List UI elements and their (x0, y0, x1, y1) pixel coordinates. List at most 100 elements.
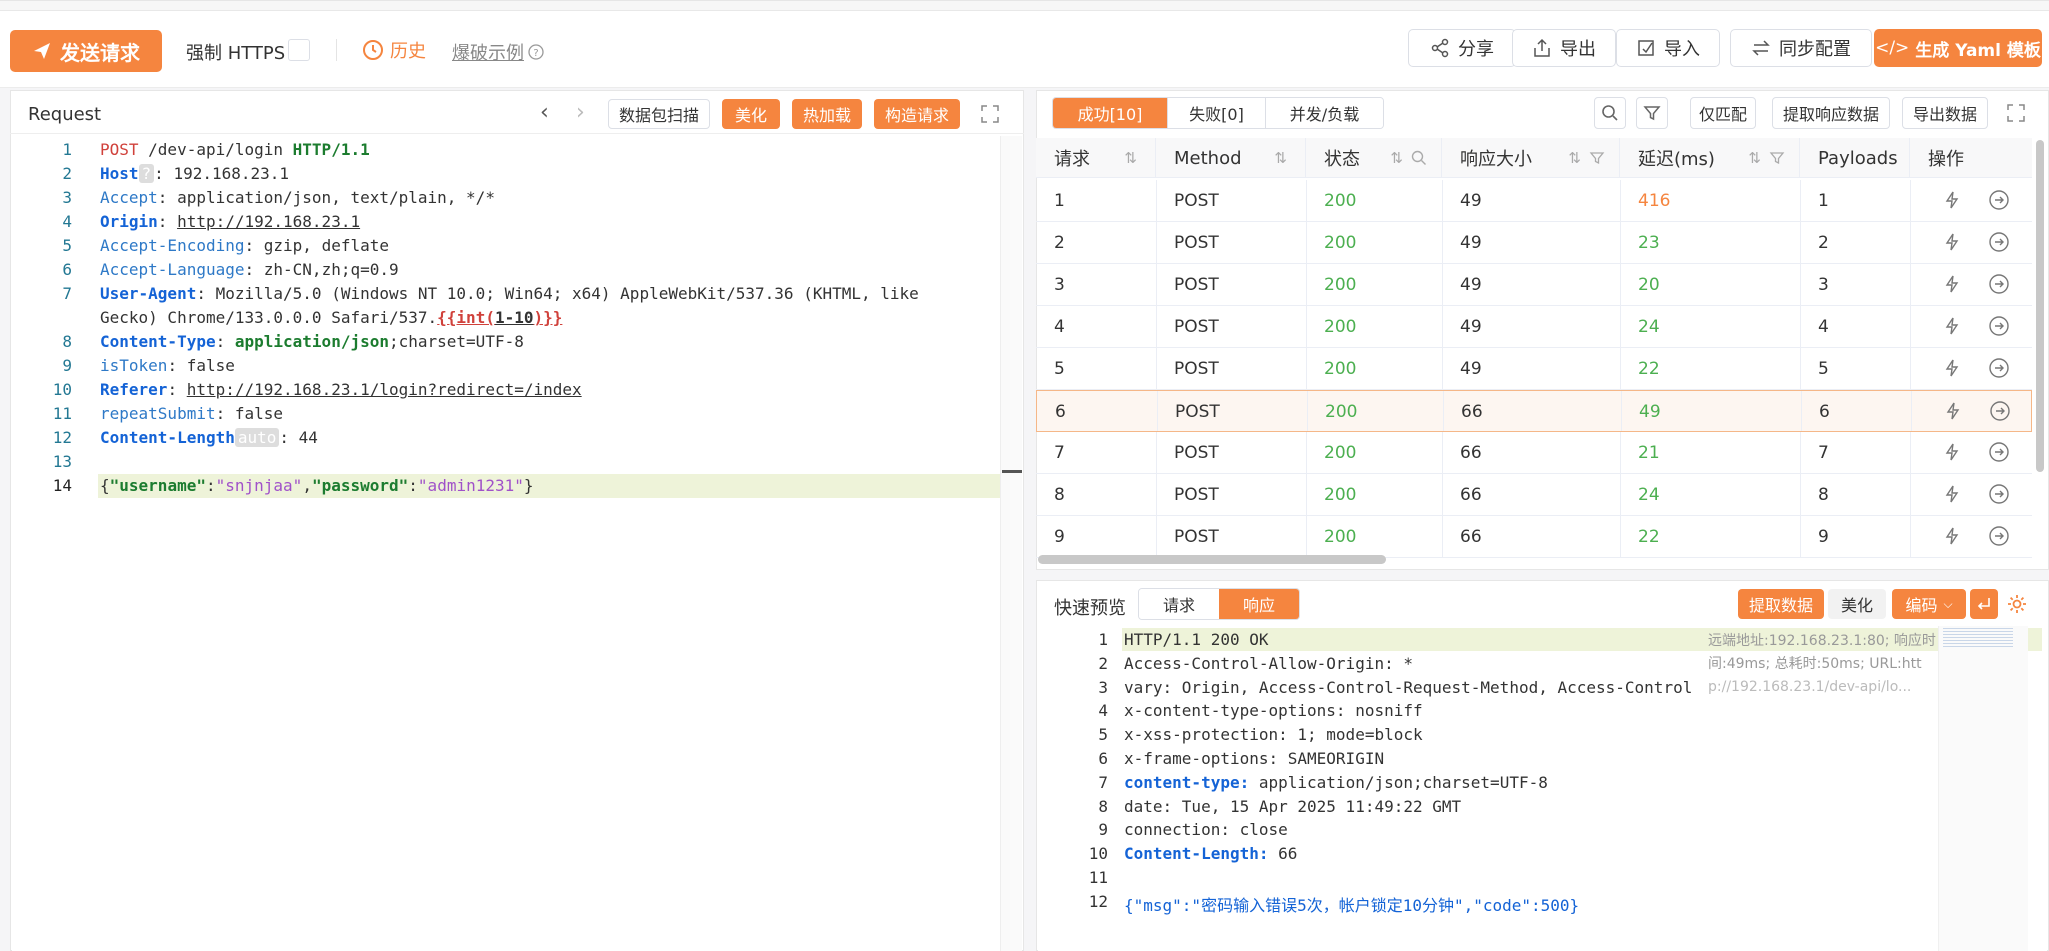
arrow-circle-icon[interactable] (1988, 189, 2010, 211)
search-button[interactable] (1594, 97, 1626, 129)
bolt-icon[interactable] (1942, 358, 1962, 378)
preview-tab-response[interactable]: 响应 (1219, 589, 1299, 619)
col-response-size[interactable]: 响应大小 ⇅ (1442, 138, 1620, 178)
match-only-button[interactable]: 仅匹配 (1690, 97, 1756, 129)
preview-tab-request[interactable]: 请求 (1139, 589, 1219, 619)
cell-divider (1306, 222, 1307, 263)
editor-scrollbar[interactable] (1000, 136, 1022, 951)
import-button[interactable]: 导入 (1616, 29, 1720, 67)
cell-divider (1911, 391, 1912, 431)
extract-data-button[interactable]: 提取数据 (1738, 589, 1824, 619)
code-line: {"username":"snjnjaa","password":"admin1… (100, 476, 534, 495)
arrow-circle-icon[interactable] (1989, 400, 2011, 422)
bolt-icon[interactable] (1942, 526, 1962, 546)
bolt-icon[interactable] (1942, 274, 1962, 294)
sync-config-button[interactable]: 同步配置 (1730, 29, 1872, 67)
bolt-icon[interactable] (1942, 316, 1962, 336)
sort-icon[interactable]: ⇅ (1390, 149, 1403, 167)
prev-arrow-icon[interactable]: ‹ (540, 100, 549, 125)
fullscreen-icon[interactable] (2006, 103, 2026, 123)
col-method[interactable]: Method ⇅ (1156, 138, 1306, 178)
cell-id: 8 (1054, 485, 1065, 505)
sort-icon[interactable]: ⇅ (1748, 149, 1761, 167)
beautify-button[interactable]: 美化 (722, 99, 780, 129)
table-row[interactable]: 2 POST 200 49 23 2 (1036, 222, 2032, 264)
sort-icon[interactable]: ⇅ (1124, 149, 1137, 167)
arrow-circle-icon[interactable] (1988, 525, 2010, 547)
arrow-circle-icon[interactable] (1988, 273, 2010, 295)
filter-icon[interactable] (1589, 150, 1605, 166)
table-hscrollbar[interactable] (1038, 555, 1386, 564)
sort-icon[interactable]: ⇅ (1568, 149, 1581, 167)
header-link[interactable]: http://192.168.23.1/login?redirect=/inde… (187, 380, 582, 399)
col-latency[interactable]: 延迟(ms) ⇅ (1620, 138, 1800, 178)
wrap-toggle-button[interactable] (1970, 589, 1998, 619)
export-data-button[interactable]: 导出数据 (1902, 97, 1988, 129)
bolt-icon[interactable] (1942, 190, 1962, 210)
line-number: 10 (1088, 844, 1108, 864)
tab-fail[interactable]: 失败[0] (1167, 98, 1265, 128)
table-row[interactable]: 6 POST 200 66 49 6 (1036, 390, 2032, 432)
header-link[interactable]: http://192.168.23.1 (177, 212, 360, 231)
arrow-circle-icon[interactable] (1988, 315, 2010, 337)
generate-yaml-button[interactable]: </> 生成 Yaml 模板 (1874, 29, 2042, 67)
col-payloads[interactable]: Payloads (1800, 138, 1910, 178)
next-arrow-icon[interactable]: › (576, 100, 585, 125)
tab-concurrency[interactable]: 并发/负载 (1265, 98, 1383, 128)
tab-success[interactable]: 成功[10] (1053, 98, 1167, 128)
table-row[interactable]: 5 POST 200 49 22 5 (1036, 348, 2032, 390)
gear-icon[interactable] (2006, 593, 2028, 615)
table-vscrollbar[interactable] (2036, 140, 2044, 472)
col-status[interactable]: 状态 ⇅ (1306, 138, 1442, 178)
bolt-icon[interactable] (1942, 484, 1962, 504)
encode-dropdown[interactable]: 编码 ⌵ (1892, 589, 1966, 619)
cell-size: 66 (1460, 527, 1482, 547)
hotload-button[interactable]: 热加载 (792, 99, 862, 129)
line-number: 1 (1098, 630, 1108, 649)
col-request[interactable]: 请求 ⇅ (1036, 138, 1156, 178)
cell-divider (1800, 432, 1801, 473)
top-edge (0, 1, 2049, 11)
header-value: : (167, 380, 187, 399)
force-https-checkbox[interactable] (288, 39, 310, 61)
filter-icon[interactable] (1769, 150, 1785, 166)
sort-icon[interactable]: ⇅ (1274, 149, 1287, 167)
cell-payload: 2 (1818, 233, 1829, 253)
table-row[interactable]: 8 POST 200 66 24 8 (1036, 474, 2032, 516)
example-link[interactable]: 爆破示例 ? (452, 39, 544, 65)
bolt-icon[interactable] (1942, 442, 1962, 462)
share-label: 分享 (1458, 39, 1494, 60)
table-row[interactable]: 1 POST 200 49 416 1 (1036, 180, 2032, 222)
arrow-circle-icon[interactable] (1988, 231, 2010, 253)
cell-divider (1910, 348, 1911, 389)
filter-button[interactable] (1636, 97, 1668, 129)
bolt-icon[interactable] (1942, 232, 1962, 252)
extract-response-button[interactable]: 提取响应数据 (1772, 97, 1890, 129)
export-button[interactable]: 导出 (1512, 29, 1616, 67)
history-button[interactable]: 历史 (362, 37, 426, 63)
search-icon[interactable] (1411, 150, 1427, 166)
col-actions: 操作 (1910, 138, 2032, 178)
line-text: 66 (1268, 844, 1298, 864)
response-editor[interactable]: 1 HTTP/1.1 200 OK 2 Access-Control-Allow-Or… (1038, 626, 2047, 951)
bolt-icon[interactable] (1943, 401, 1963, 421)
table-row[interactable]: 3 POST 200 49 20 3 (1036, 264, 2032, 306)
table-row[interactable]: 4 POST 200 49 24 4 (1036, 306, 2032, 348)
packet-scan-button[interactable]: 数据包扫描 (608, 99, 710, 129)
arrow-circle-icon[interactable] (1988, 357, 2010, 379)
share-button[interactable]: 分享 (1408, 29, 1516, 67)
table-row[interactable]: 9 POST 200 66 22 9 (1036, 516, 2032, 558)
table-row[interactable]: 7 POST 200 66 21 7 (1036, 432, 2032, 474)
arrow-circle-icon[interactable] (1988, 441, 2010, 463)
cell-method: POST (1174, 233, 1219, 253)
build-request-button[interactable]: 构造请求 (874, 99, 960, 129)
preview-beautify-button[interactable]: 美化 (1828, 589, 1886, 619)
arrow-circle-icon[interactable] (1988, 483, 2010, 505)
request-editor[interactable]: 1 POST /dev-api/login HTTP/1.1 2 Host?: … (12, 136, 1022, 951)
http-method: POST (100, 140, 139, 159)
minimap[interactable] (1938, 626, 2028, 951)
encode-label: 编码 (1905, 596, 1938, 615)
fullscreen-icon[interactable] (980, 104, 1000, 124)
cell-method: POST (1174, 275, 1219, 295)
send-request-button[interactable]: 发送请求 (10, 30, 162, 72)
